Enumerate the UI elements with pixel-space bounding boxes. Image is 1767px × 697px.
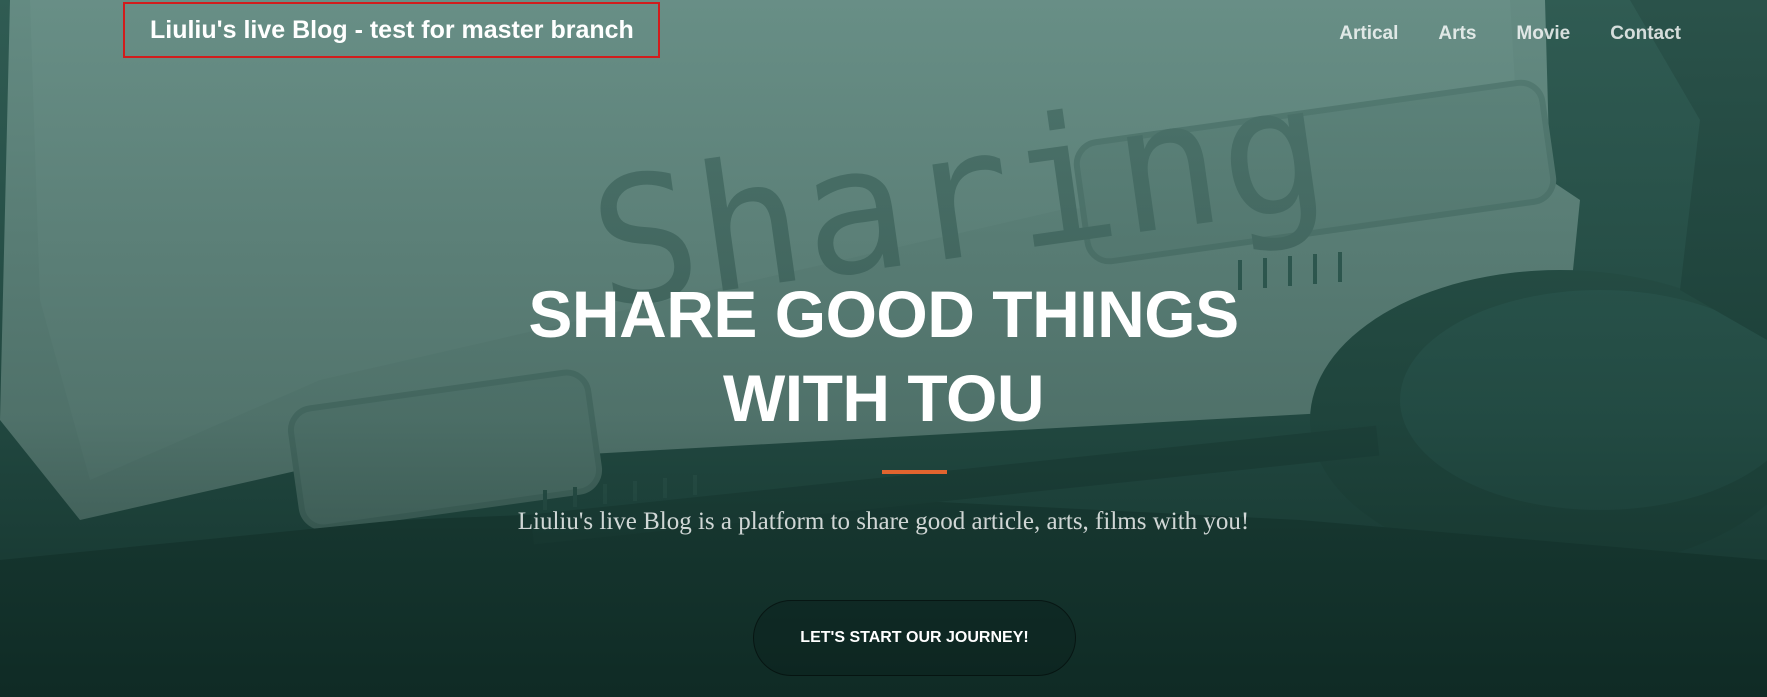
nav-link-contact[interactable]: Contact <box>1610 20 1681 48</box>
top-navbar: Liuliu's live Blog - test for master bra… <box>0 0 1767 66</box>
nav-link-movie[interactable]: Movie <box>1516 20 1570 48</box>
nav-links: Artical Arts Movie Contact <box>1339 20 1681 48</box>
start-journey-button[interactable]: LET'S START OUR JOURNEY! <box>753 600 1076 676</box>
hero-subtitle: Liuliu's live Blog is a platform to shar… <box>517 508 1250 535</box>
nav-link-artical[interactable]: Artical <box>1339 20 1398 48</box>
nav-link-arts[interactable]: Arts <box>1438 20 1476 48</box>
hero-headline-line-2: WITH TOU <box>722 361 1045 435</box>
hero-headline: SHARE GOOD THINGS WITH TOU <box>0 272 1767 440</box>
site-brand-link[interactable]: Liuliu's live Blog - test for master bra… <box>123 2 660 58</box>
accent-divider <box>882 470 947 474</box>
hero-headline-line-1: SHARE GOOD THINGS <box>528 277 1239 351</box>
